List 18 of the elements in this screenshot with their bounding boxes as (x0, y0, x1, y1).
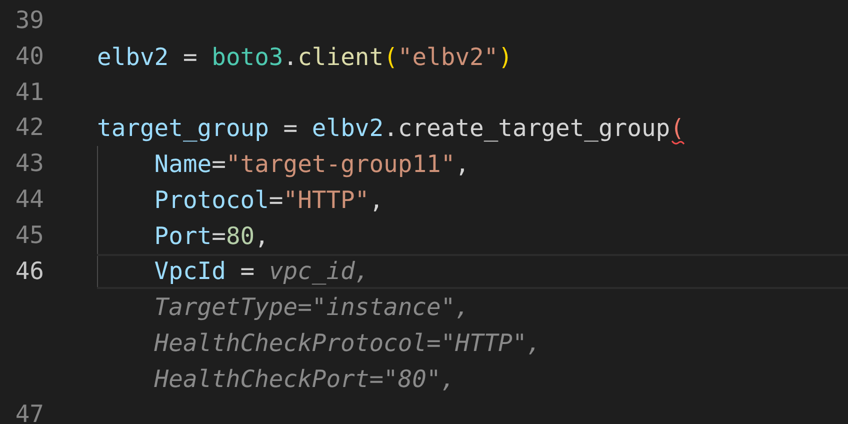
line-number: 40 (15, 42, 44, 70)
line-number: 39 (15, 6, 44, 34)
line-number: 45 (15, 220, 44, 249)
code-line: target_group = elbv2.create_target_group( (97, 117, 684, 140)
line-number: 47 (15, 400, 44, 424)
suggestion-line: TargetType="instance", (154, 296, 470, 318)
code-line: Port=80, (154, 224, 269, 247)
suggestion-line: HealthCheckPort="80", (154, 368, 456, 390)
line-number: 46 (15, 256, 44, 285)
code-line: Protocol="HTTP", (154, 188, 384, 211)
line-number: 41 (15, 78, 44, 106)
line-number: 44 (15, 185, 44, 214)
code-line: VpcId = vpc_id, (154, 260, 370, 282)
code-line: Name="target-group11", (154, 153, 470, 176)
suggestion-line: HealthCheckProtocol="HTTP", (154, 332, 542, 354)
code-line: elbv2 = boto3.client("elbv2") (97, 46, 513, 68)
line-number: 42 (15, 113, 44, 142)
line-number: 43 (15, 149, 44, 178)
